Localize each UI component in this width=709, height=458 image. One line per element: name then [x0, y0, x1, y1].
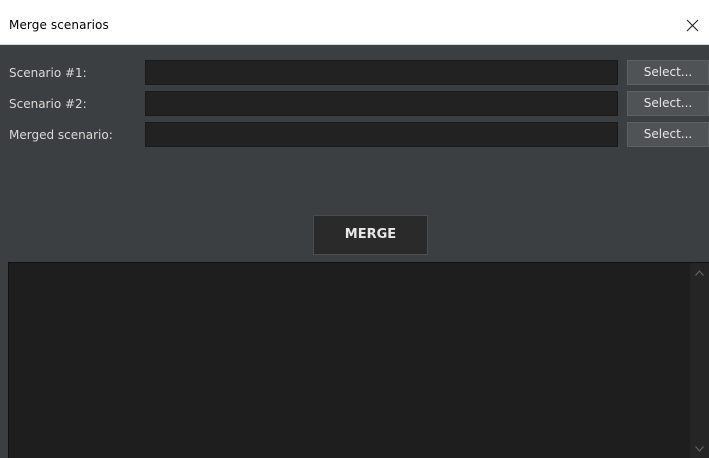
- scenario-1-label: Scenario #1:: [9, 66, 87, 80]
- merge-log-output[interactable]: [8, 262, 709, 458]
- merge-button[interactable]: MERGE: [313, 215, 428, 255]
- merged-scenario-field[interactable]: [145, 122, 618, 147]
- chevron-up-icon: [695, 270, 704, 276]
- scenario-2-field[interactable]: [145, 91, 618, 116]
- chevron-down-icon: [695, 446, 704, 452]
- merge-scenarios-dialog: Merge scenarios Scenario #1: Select... S…: [0, 0, 709, 458]
- scenario-2-label: Scenario #2:: [9, 97, 87, 111]
- scroll-down-button[interactable]: [690, 441, 709, 457]
- scroll-up-button[interactable]: [690, 265, 709, 281]
- close-icon: [686, 19, 699, 32]
- scenario-form: Scenario #1: Select... Scenario #2: Sele…: [0, 45, 709, 262]
- scenario-2-select-button[interactable]: Select...: [627, 91, 709, 116]
- title-bar: Merge scenarios: [0, 0, 709, 45]
- scenario-1-field[interactable]: [145, 60, 618, 85]
- log-scrollbar[interactable]: [690, 263, 709, 458]
- close-button[interactable]: [675, 10, 709, 44]
- merged-scenario-label: Merged scenario:: [9, 128, 113, 142]
- scenario-1-select-button[interactable]: Select...: [627, 60, 709, 85]
- window-title: Merge scenarios: [9, 18, 109, 32]
- merged-scenario-select-button[interactable]: Select...: [627, 122, 709, 147]
